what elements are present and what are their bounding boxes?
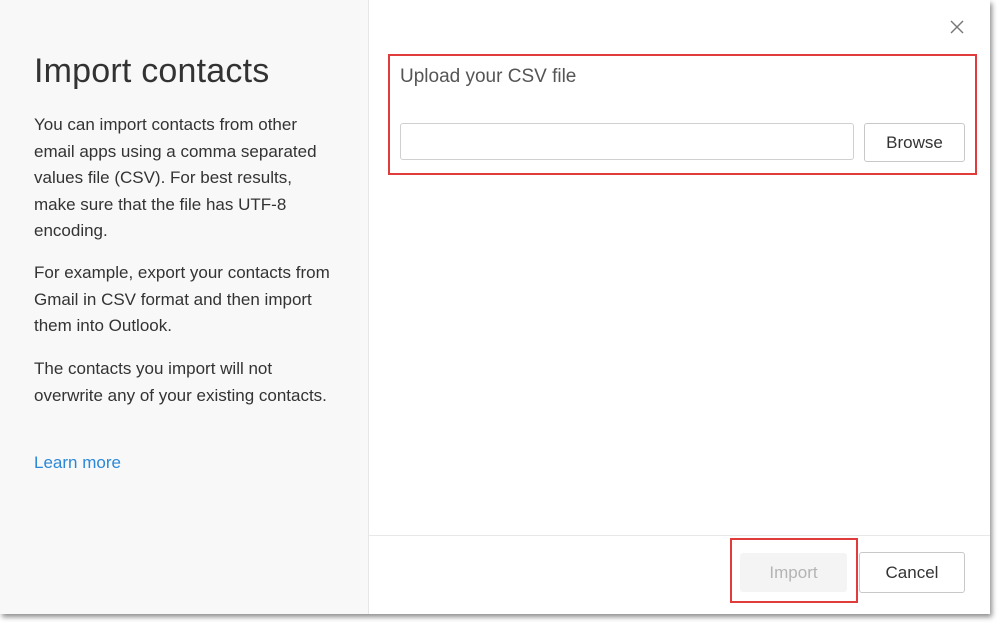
close-icon [950,20,964,34]
import-contacts-dialog: Import contacts You can import contacts … [0,0,990,614]
footer-divider [369,535,990,536]
description-paragraph: You can import contacts from other email… [34,115,317,240]
info-panel: Import contacts You can import contacts … [0,0,369,614]
page-title: Import contacts [34,52,270,90]
import-button[interactable]: Import [740,553,847,592]
upload-label: Upload your CSV file [400,66,577,87]
example-paragraph: For example, export your contacts from G… [34,263,330,335]
learn-more-link[interactable]: Learn more [34,453,121,473]
upload-csv-section: Upload your CSV file Browse [388,54,977,175]
file-path-input[interactable] [400,123,854,160]
close-button[interactable] [946,16,968,38]
cancel-button[interactable]: Cancel [859,552,965,593]
browse-button[interactable]: Browse [864,123,965,162]
overwrite-note-paragraph: The contacts you import will not overwri… [34,359,327,405]
